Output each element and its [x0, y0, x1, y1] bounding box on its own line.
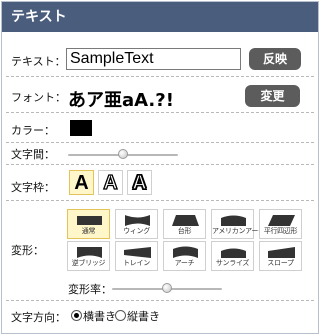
text-input[interactable]: SampleText	[66, 48, 241, 70]
frame-glyph: A	[132, 171, 148, 194]
divider	[6, 76, 314, 77]
horizontal-label[interactable]: 横書き	[83, 308, 116, 324]
direction-label: 文字方向：	[11, 311, 66, 324]
transform-rate-slider-thumb[interactable]	[162, 283, 172, 293]
font-label: フォント：	[11, 91, 66, 104]
shape-train-button[interactable]: トレイン	[115, 241, 158, 271]
shape-label: アメリカンアーチ	[212, 227, 265, 235]
spacing-label: 文字間：	[11, 148, 55, 161]
frame-glyph: A	[74, 172, 89, 194]
frame-double-outline-button[interactable]: A	[127, 170, 152, 195]
transform-rate-label: 変形率：	[68, 283, 112, 296]
vertical-label[interactable]: 縦書き	[127, 308, 160, 324]
shape-label: スロープ	[267, 259, 294, 267]
shape-reverse-bridge-button[interactable]: 逆ブリッジ	[67, 241, 110, 271]
shape-label: 通常	[81, 227, 96, 235]
font-sample: あア亜aA.?!	[68, 90, 174, 111]
divider	[6, 200, 314, 201]
shape-label: アーチ	[174, 259, 195, 267]
divider	[6, 142, 314, 143]
transform-label: 変形：	[11, 244, 44, 257]
shape-wing-button[interactable]: ウィング	[115, 209, 158, 239]
text-label: テキスト：	[11, 55, 66, 68]
shape-label: 逆ブリッジ	[71, 259, 106, 267]
shape-label: ウィング	[123, 227, 150, 235]
shape-normal-button[interactable]: 通常	[67, 209, 110, 239]
shape-slope-button[interactable]: スロープ	[259, 241, 302, 271]
shape-label: 平行四辺形	[263, 227, 298, 235]
divider	[6, 164, 314, 165]
frame-glyph: A	[103, 171, 119, 194]
divider	[6, 300, 314, 301]
vertical-radio[interactable]	[115, 310, 126, 321]
color-label: カラー：	[11, 124, 55, 137]
shape-sunrise-button[interactable]: サンライズ	[211, 241, 254, 271]
shape-trapezoid-button[interactable]: 台形	[163, 209, 206, 239]
shape-label: トレイン	[123, 259, 150, 267]
shape-american-arch-button[interactable]: アメリカンアーチ	[211, 209, 265, 239]
horizontal-radio[interactable]	[71, 310, 82, 321]
shape-parallelogram-button[interactable]: 平行四辺形	[259, 209, 302, 239]
divider	[6, 112, 314, 113]
color-swatch[interactable]	[70, 120, 92, 136]
frame-none-button[interactable]: A	[69, 170, 94, 195]
shape-label: サンライズ	[215, 259, 250, 267]
frame-outline-button[interactable]: A	[98, 170, 123, 195]
panel-title: テキスト	[2, 2, 318, 32]
spacing-slider-thumb[interactable]	[118, 149, 128, 159]
shape-label: 台形	[177, 227, 192, 235]
text-settings-panel: テキスト テキスト： SampleText 反映 フォント： あア亜aA.?! …	[1, 1, 319, 334]
apply-button[interactable]: 反映	[249, 48, 301, 70]
shape-arch-button[interactable]: アーチ	[163, 241, 206, 271]
frame-label: 文字枠：	[11, 181, 55, 194]
change-font-button[interactable]: 変更	[245, 85, 300, 107]
